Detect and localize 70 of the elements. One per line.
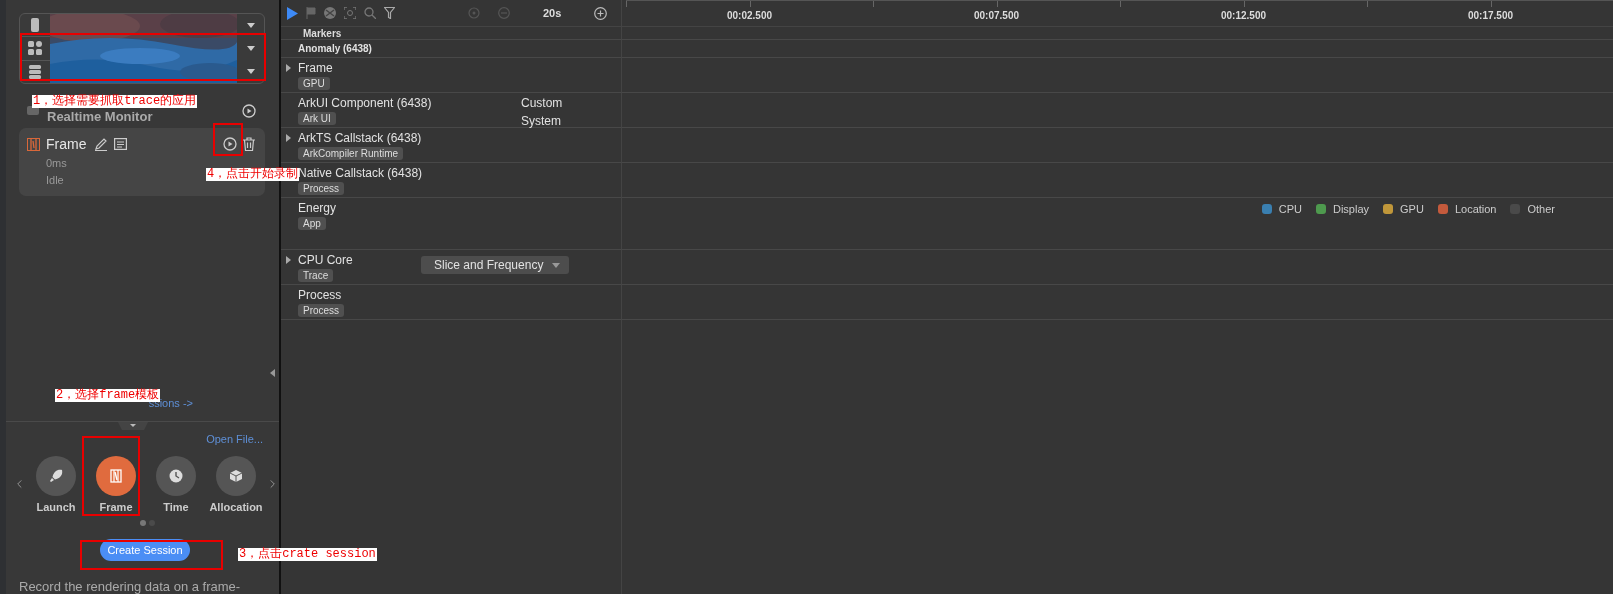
legend-label: Display <box>1332 203 1370 215</box>
track-tag: ArkCompiler Runtime <box>298 147 404 160</box>
filter-icon[interactable] <box>384 7 395 19</box>
annotation-label: 2，选择frame模板 <box>55 389 161 402</box>
status-text: Idle <box>46 174 64 186</box>
tick-label: 00:02.500 <box>725 10 773 21</box>
notes-icon[interactable] <box>114 138 128 150</box>
frame-icon <box>27 137 40 151</box>
collapse-arrow-icon[interactable] <box>270 369 275 377</box>
track-header: Markers <box>303 27 342 39</box>
tick-label: 00:12.500 <box>1219 10 1267 21</box>
track-name: ArkUI Component (6438) <box>298 96 432 110</box>
caret-icon <box>552 262 561 268</box>
annotation-label: 4，点击开始录制 <box>206 168 300 181</box>
template-item[interactable]: Time <box>146 452 206 516</box>
expand-arrow-icon[interactable] <box>286 256 291 264</box>
tick-label: 00:17.500 <box>1466 10 1514 21</box>
track-name: Native Callstack (6438) <box>298 166 423 180</box>
legend-label: GPU <box>1400 203 1424 215</box>
pencil-icon[interactable] <box>94 137 109 151</box>
track-name: ArkTS Callstack (6438) <box>298 131 422 145</box>
track-tag: Ark UI <box>298 112 336 125</box>
chevron-left-icon[interactable] <box>17 478 22 490</box>
description-text: Record the rendering data on a frame- <box>19 579 242 594</box>
apps-icon <box>27 40 43 57</box>
caret-icon[interactable] <box>246 46 255 51</box>
list-icon <box>27 63 43 80</box>
chevron-right-icon[interactable] <box>270 478 275 490</box>
annotation-label: 3，点击crate session <box>238 548 377 561</box>
track-option[interactable]: System <box>521 114 563 128</box>
track-option[interactable]: Custom <box>521 96 563 110</box>
track-tag: App <box>298 217 326 230</box>
track-tag: GPU <box>298 77 330 90</box>
expand-arrow-icon[interactable] <box>286 134 291 142</box>
mode-dropdown[interactable]: Slice and Frequency <box>421 256 570 274</box>
track-tag: Process <box>298 182 345 195</box>
expand-arrow-icon[interactable] <box>286 64 291 72</box>
track-name: Frame <box>298 61 333 75</box>
track-tag: Process <box>298 304 345 317</box>
legend-label: CPU <box>1278 203 1302 215</box>
page-dot[interactable] <box>139 520 146 526</box>
tick-label: 00:07.500 <box>972 10 1020 21</box>
screenshot-icon[interactable] <box>344 7 356 19</box>
template-item[interactable]: Allocation <box>206 452 266 516</box>
open-file-link[interactable]: Open File... <box>206 433 263 445</box>
track-name: CPU Core <box>298 253 353 267</box>
device-selector[interactable] <box>19 13 265 84</box>
session-name: Frame <box>46 136 87 152</box>
play-icon[interactable] <box>287 6 298 20</box>
legend-label: Other <box>1527 203 1555 215</box>
caret-icon[interactable] <box>246 69 255 74</box>
search-icon[interactable] <box>364 7 376 19</box>
annotation-label: 1，选择需要抓取trace的应用 <box>32 95 198 108</box>
section-label: Realtime Monitor <box>47 108 153 124</box>
template-item[interactable]: Frame <box>86 452 146 516</box>
track-name: Energy <box>298 201 337 215</box>
template-item[interactable]: Launch <box>26 452 86 516</box>
zoom-in-icon[interactable] <box>594 6 608 20</box>
caret-icon[interactable] <box>246 23 255 28</box>
track-tag: Trace <box>298 269 334 282</box>
play-circle-icon[interactable] <box>242 104 256 118</box>
highlight-box <box>213 123 243 156</box>
duration-text: 0ms <box>46 157 67 169</box>
expand-tab-icon[interactable] <box>117 422 148 430</box>
zoom-level: 20s <box>543 7 562 19</box>
trash-icon[interactable] <box>243 137 255 151</box>
track-name: Anomaly (6438) <box>298 43 372 54</box>
track-name: Process <box>298 288 342 302</box>
play-circle-icon[interactable] <box>223 137 237 151</box>
legend-label: Location <box>1454 203 1497 215</box>
